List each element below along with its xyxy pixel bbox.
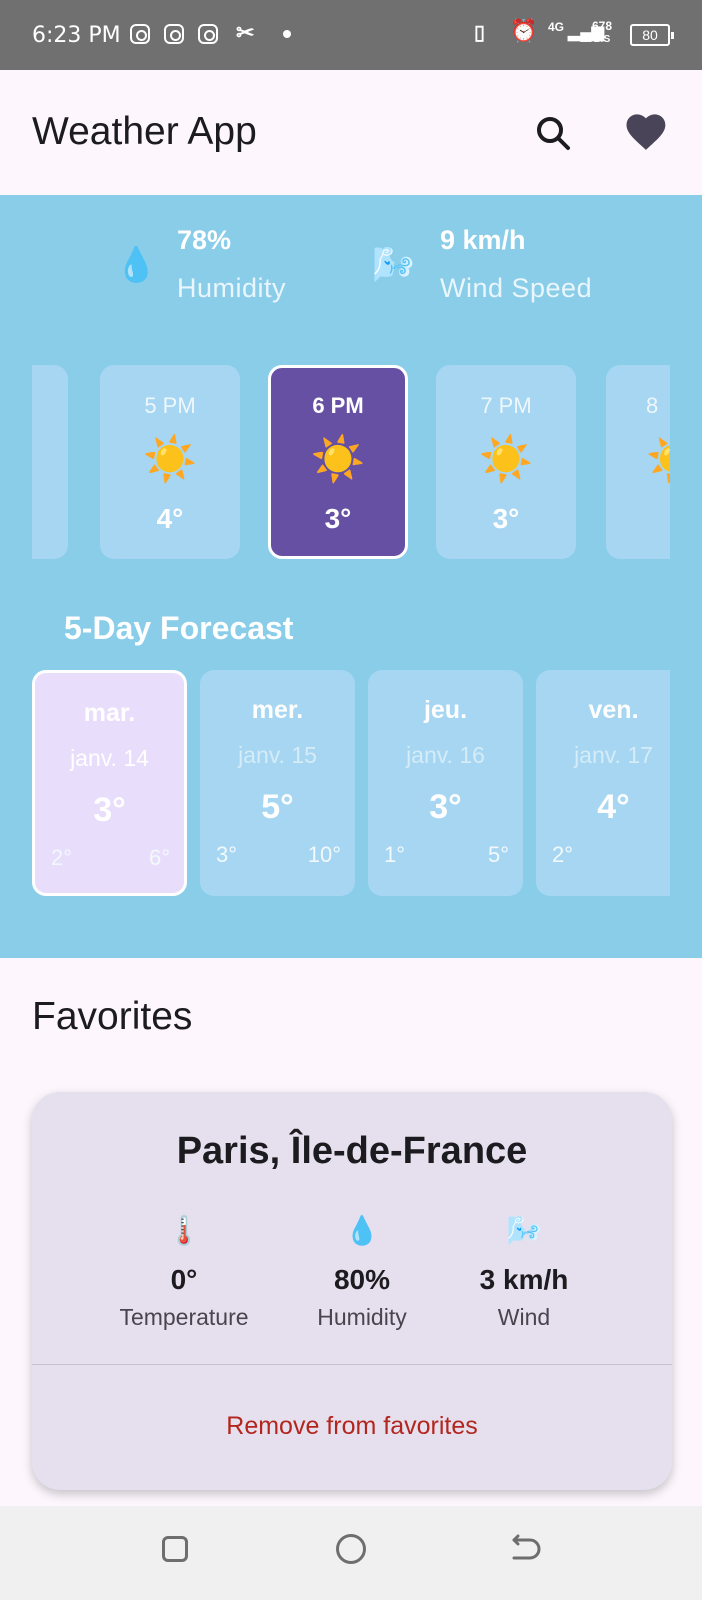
humidity-value: 80% [333,1264,391,1295]
hour-temp: 4° [156,503,184,534]
forecast-title: 5-Day Forecast [64,610,294,646]
day-date: janv. 15 [238,742,317,768]
droplet-icon: 💧 [344,1215,380,1246]
sun-icon: ☀️ [310,435,366,484]
day-max-temp: 10° [307,842,341,867]
favorite-button[interactable] [622,110,670,158]
day-date: janv. 17 [574,742,653,768]
home-button[interactable] [336,1534,366,1564]
city-name: Paris, Île-de-France [176,1130,528,1172]
card-divider [32,1364,672,1365]
hour-temp: 3° [324,503,352,534]
humidity-label: Humidity [177,273,287,303]
day-max-temp: 5° [487,842,509,867]
search-button[interactable] [530,110,578,158]
sun-icon: ☀️ [478,435,534,484]
instagram-icon [130,24,150,44]
wind-label: Wind Speed [440,273,593,303]
favorite-city-card[interactable]: Paris, Île-de-France 🌡️ 0° Temperature 💧… [32,1092,672,1490]
sun-icon: ☀️ [646,433,670,485]
day-name: mar. [83,699,136,727]
app-title: Weather App [32,110,257,153]
wind-stat: 🌬️ 3 km/h Wind [434,1214,614,1331]
instagram-icon [164,24,184,44]
humidity-stat: 💧 80% Humidity [272,1214,452,1331]
heart-icon [626,114,666,150]
search-icon [537,117,570,150]
humidity-value: 78% [177,225,232,255]
hour-time: 6 PM [312,393,364,418]
vibrate-icon: ▯ [474,22,486,44]
day-card[interactable]: jeu. janv. 16 3° 1° 5° [368,670,523,896]
day-date: janv. 16 [406,742,485,768]
day-temp: 5° [261,788,294,826]
temperature-stat: 🌡️ 0° Temperature [94,1214,274,1331]
hourly-forecast-list[interactable]: 5 PM ☀️ 4° 6 PM ☀️ 3° 7 PM ☀️ 3° 8 ☀️ [32,365,670,565]
battery-icon: 80 [630,24,674,46]
day-card[interactable]: ven. janv. 17 4° 2° 8 [536,670,670,896]
hour-time: 7 PM [480,393,532,418]
day-card[interactable]: mer. janv. 15 5° 3° 10° [200,670,355,896]
day-name: mer. [251,696,304,724]
notification-dot-icon [283,30,291,38]
droplet-icon: 💧 [115,246,158,284]
hour-card[interactable]: 5 PM ☀️ 4° [100,365,240,559]
system-nav-bar [0,1506,702,1600]
temperature-value: 0° [170,1264,198,1295]
day-max-temp: 6° [148,845,170,870]
status-time: 6:23 PM [32,23,121,48]
day-name: jeu. [423,696,468,724]
net-speed-value: 678 [592,19,613,33]
instagram-icon [198,24,218,44]
wind-icon: 🌬️ [372,246,415,284]
day-name: ven. [588,696,639,724]
wind-value: 3 km/h [479,1264,569,1295]
app-bar: Weather App [0,70,702,195]
day-min-temp: 2° [552,842,574,867]
day-min-temp: 3° [216,842,238,867]
wind-value: 9 km/h [440,225,526,255]
day-temp: 3° [429,788,462,826]
sun-icon: ☀️ [142,435,198,484]
day-date: janv. 14 [70,745,149,771]
day-card-selected[interactable]: mar. janv. 14 3° 2° 6° [32,670,187,896]
day-min-temp: 2° [51,845,73,870]
hour-card-selected[interactable]: 6 PM ☀️ 3° [268,365,408,559]
network-type: 4G [548,20,565,34]
day-temp: 4° [597,788,630,826]
net-speed-unit: B/S [593,34,611,45]
remove-favorite-button[interactable]: Remove from favorites [32,1412,672,1441]
wind-icon: 🌬️ [506,1215,542,1246]
hour-time: 8 [646,393,659,418]
temperature-label: Temperature [119,1304,249,1330]
hour-temp: 3° [492,503,520,534]
hour-card[interactable] [32,365,68,559]
back-button[interactable] [508,1534,542,1564]
daily-forecast-list[interactable]: mar. janv. 14 3° 2° 6° mer. janv. 15 5° … [32,670,670,900]
status-bar: 6:23 PM ✂ ▯ ⏰ 4G ▂▄▆ 678 B/S 80 [0,0,702,70]
hour-card[interactable]: 8 ☀️ [606,365,670,559]
wind-label: Wind [497,1304,551,1330]
hour-card[interactable]: 7 PM ☀️ 3° [436,365,576,559]
favorites-heading: Favorites [32,995,193,1038]
weather-panel: 💧 78% Humidity 🌬️ 9 km/h Wind Speed 5 PM… [0,195,702,958]
alarm-icon: ⏰ [510,18,538,43]
recents-button[interactable] [162,1536,188,1562]
back-icon [512,1534,541,1560]
day-min-temp: 1° [384,842,406,867]
hour-time: 5 PM [144,393,196,418]
humidity-label: Humidity [317,1304,407,1330]
thermometer-icon: 🌡️ [166,1215,202,1246]
capcut-icon: ✂ [236,20,255,45]
net-speed: 678 B/S [592,20,612,46]
day-temp: 3° [93,791,126,829]
